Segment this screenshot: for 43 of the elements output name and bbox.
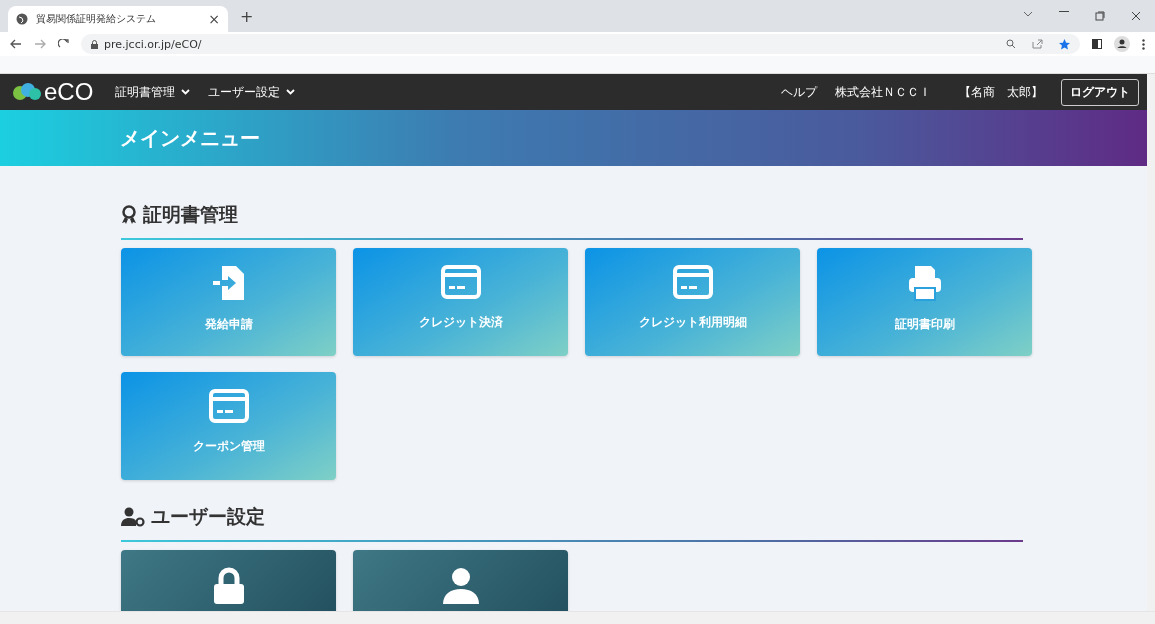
printer-icon: [906, 264, 943, 302]
help-link[interactable]: ヘルプ: [781, 83, 817, 101]
address-bar[interactable]: pre.jcci.or.jp/eCO/: [81, 34, 1080, 54]
award-icon: [121, 205, 137, 225]
section-title: 証明書管理: [143, 202, 238, 227]
chevron-down-icon[interactable]: [1023, 11, 1033, 17]
zoom-icon[interactable]: [1006, 39, 1016, 49]
minimize-icon[interactable]: [1059, 11, 1069, 13]
profile-icon[interactable]: [1114, 36, 1130, 52]
lock-icon: [211, 566, 246, 606]
logout-button[interactable]: ログアウト: [1061, 78, 1139, 106]
star-icon[interactable]: [1059, 38, 1070, 50]
logo-text: eCO: [44, 78, 94, 106]
url-text: pre.jcci.or.jp/eCO/: [104, 37, 202, 51]
chevron-down-icon: [181, 89, 191, 95]
user-icon: [440, 566, 481, 606]
section-title: ユーザー設定: [151, 504, 265, 529]
share-icon[interactable]: [1032, 39, 1043, 49]
close-icon[interactable]: [1131, 11, 1141, 21]
lock-icon: [91, 39, 98, 49]
chevron-down-icon: [286, 89, 296, 95]
side-panel-icon[interactable]: [1092, 39, 1102, 49]
cloud-logo-icon: [12, 83, 42, 101]
more-icon[interactable]: [1142, 38, 1145, 50]
tab-title: 貿易関係証明発給システム: [36, 12, 157, 26]
credit-card-icon: [672, 264, 713, 300]
page-title: メインメニュー: [120, 124, 260, 152]
credit-card-icon: [208, 388, 249, 424]
browser-tab[interactable]: 貿易関係証明発給システム ×: [8, 6, 228, 32]
back-icon[interactable]: [10, 39, 22, 49]
nav-menu[interactable]: 証明書管理: [115, 83, 191, 101]
credit-card-icon: [440, 264, 481, 300]
user-gear-icon: [121, 507, 145, 527]
nav-menu[interactable]: ユーザー設定: [208, 83, 296, 101]
new-tab-button[interactable]: +: [240, 6, 254, 26]
vertical-scrollbar[interactable]: [1147, 74, 1155, 611]
company-name: 株式会社ＮＣＣＩ: [835, 83, 931, 101]
reload-icon[interactable]: [58, 38, 69, 50]
restore-icon[interactable]: [1095, 11, 1105, 21]
horizontal-scrollbar[interactable]: [0, 611, 1155, 624]
tab-close-button[interactable]: ×: [208, 11, 220, 27]
file-arrow-icon: [211, 264, 246, 302]
user-name: 【名商 太郎】: [959, 83, 1043, 101]
